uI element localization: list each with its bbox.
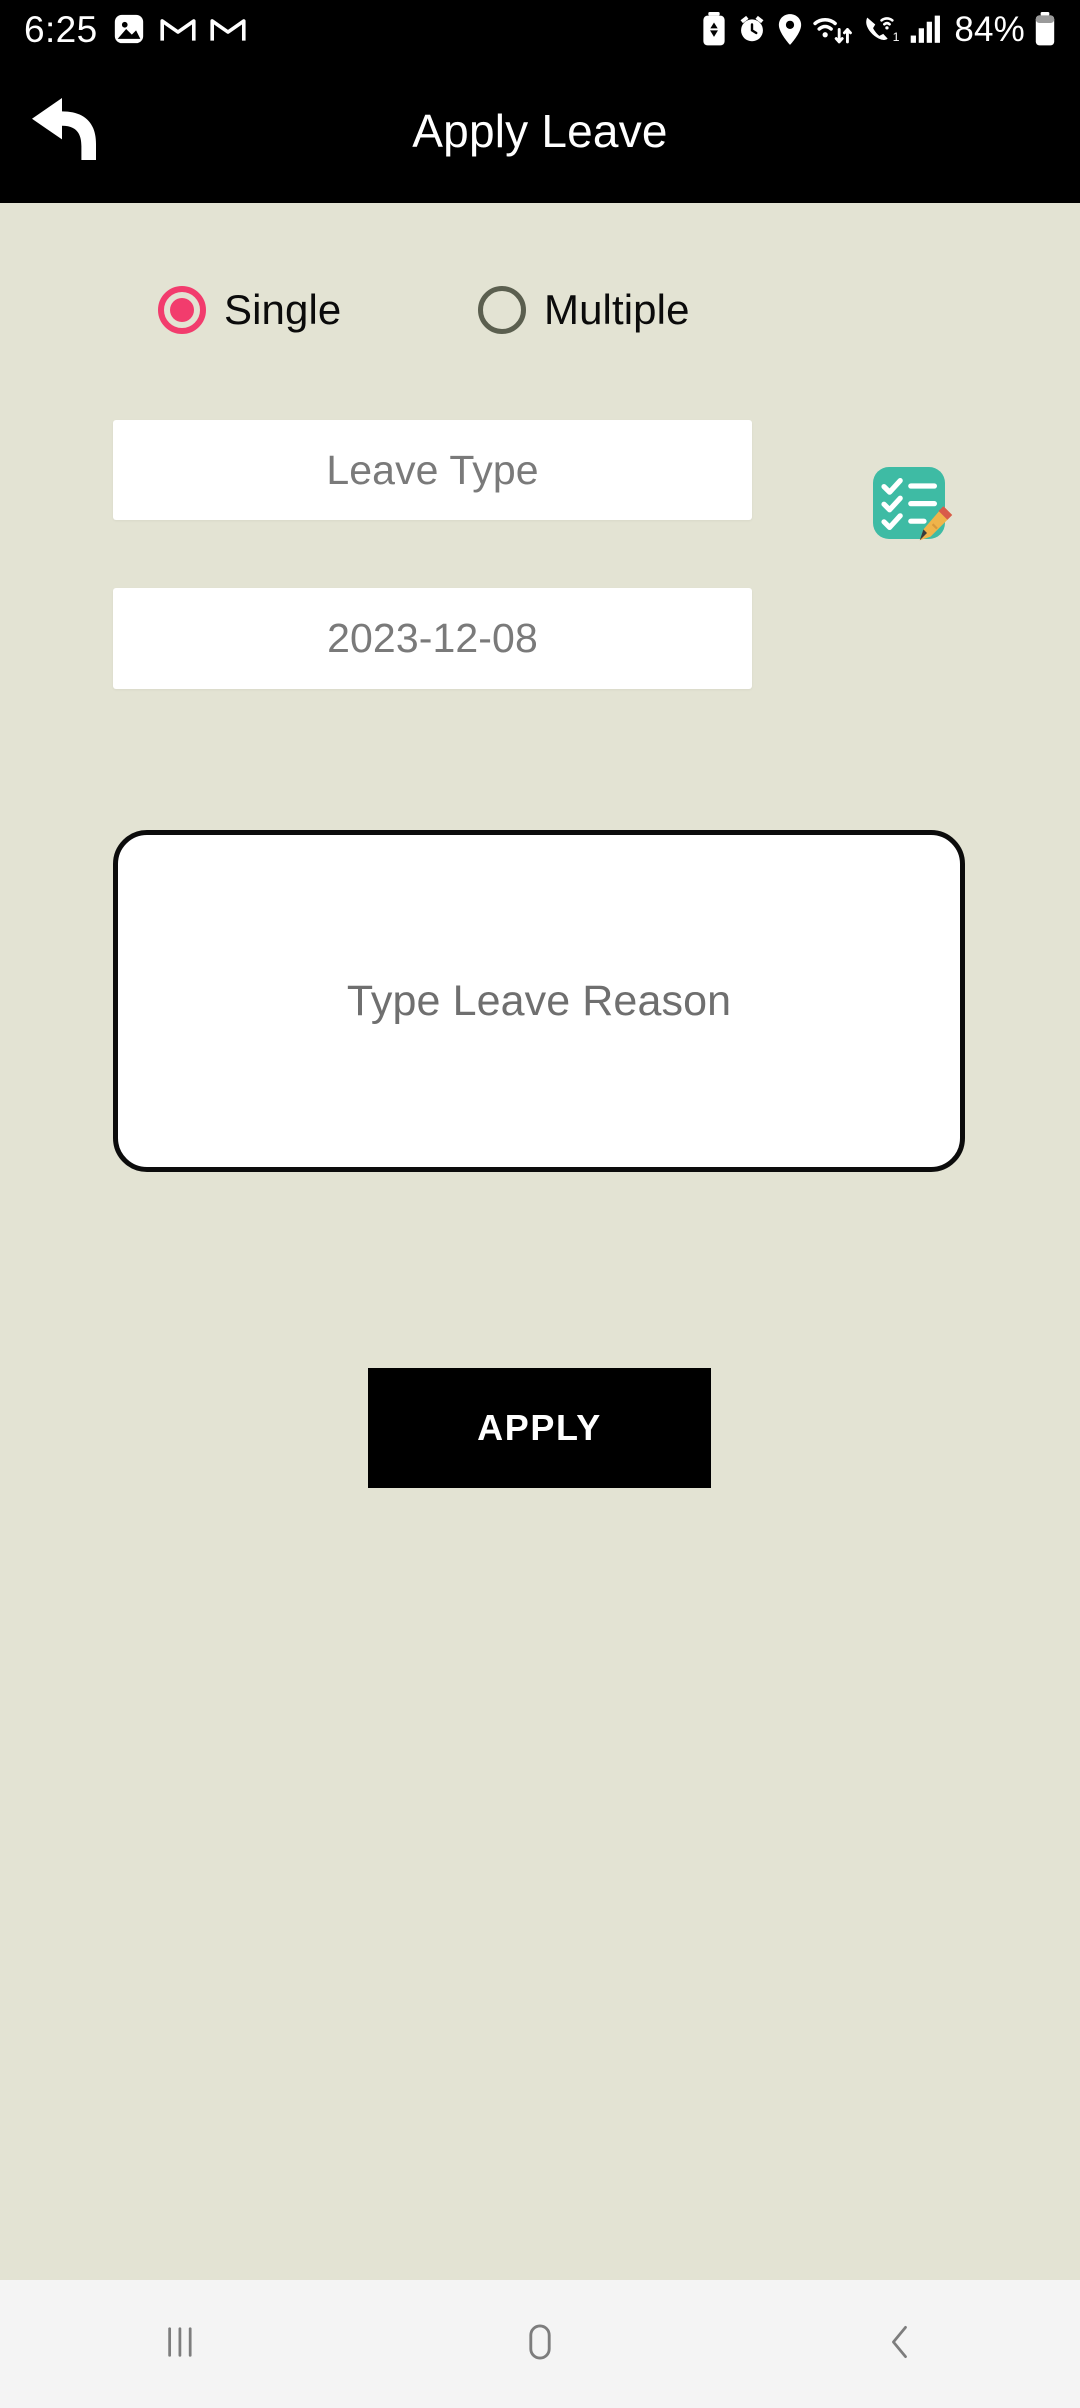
leave-date-value: 2023-12-08	[327, 615, 538, 661]
radio-option-multiple[interactable]: Multiple	[478, 275, 690, 345]
leave-type-placeholder: Leave Type	[326, 446, 539, 493]
home-button[interactable]	[440, 2280, 640, 2408]
battery-saver-icon	[701, 12, 727, 46]
radio-unselected-icon[interactable]	[478, 286, 526, 334]
location-icon	[777, 13, 803, 46]
back-arrow-icon	[23, 87, 119, 174]
battery-percent-label: 84%	[954, 9, 1025, 49]
back-button[interactable]	[800, 2280, 1000, 2408]
radio-label-single: Single	[224, 286, 342, 333]
battery-icon	[1034, 12, 1056, 46]
gmail-icon	[160, 14, 196, 44]
wifi-data-icon	[812, 13, 854, 46]
leave-mode-radio-group: Single Multiple	[0, 275, 1080, 345]
radio-label-multiple: Multiple	[544, 286, 690, 333]
radio-selected-icon[interactable]	[158, 286, 206, 334]
radio-option-single[interactable]: Single	[158, 275, 341, 345]
recents-icon	[158, 2320, 202, 2369]
cellular-signal-icon	[910, 14, 942, 44]
photos-icon	[112, 12, 146, 46]
status-clock: 6:25	[24, 8, 98, 50]
apply-button[interactable]: APPLY	[368, 1368, 711, 1488]
leave-reason-textarea[interactable]: Type Leave Reason	[113, 830, 965, 1172]
page-title: Apply Leave	[412, 104, 668, 157]
leave-reason-placeholder: Type Leave Reason	[346, 976, 732, 1025]
checklist-pencil-icon[interactable]	[869, 463, 957, 551]
status-bar-left: 6:25	[24, 11, 246, 48]
back-icon	[878, 2320, 922, 2369]
wifi-calling-icon: 1	[863, 13, 901, 46]
status-bar-right: 1 84%	[701, 12, 1056, 47]
app-screen: 6:25 1 84% Apply Leave Single Multiple L…	[0, 0, 1080, 2408]
home-icon	[517, 2319, 563, 2370]
back-arrow-button[interactable]	[16, 82, 126, 178]
leave-type-select[interactable]: Leave Type	[113, 420, 752, 520]
recents-button[interactable]	[80, 2280, 280, 2408]
gmail-icon	[210, 14, 246, 44]
android-nav-bar	[0, 2280, 1080, 2408]
app-bar: Apply Leave	[0, 58, 1080, 203]
alarm-icon	[736, 13, 768, 45]
svg-text:1: 1	[893, 30, 900, 44]
form-content: Single Multiple Leave Type 2023-12-08 Ty…	[0, 203, 1080, 2280]
status-bar: 6:25 1 84%	[0, 0, 1080, 58]
leave-date-field[interactable]: 2023-12-08	[113, 588, 752, 689]
